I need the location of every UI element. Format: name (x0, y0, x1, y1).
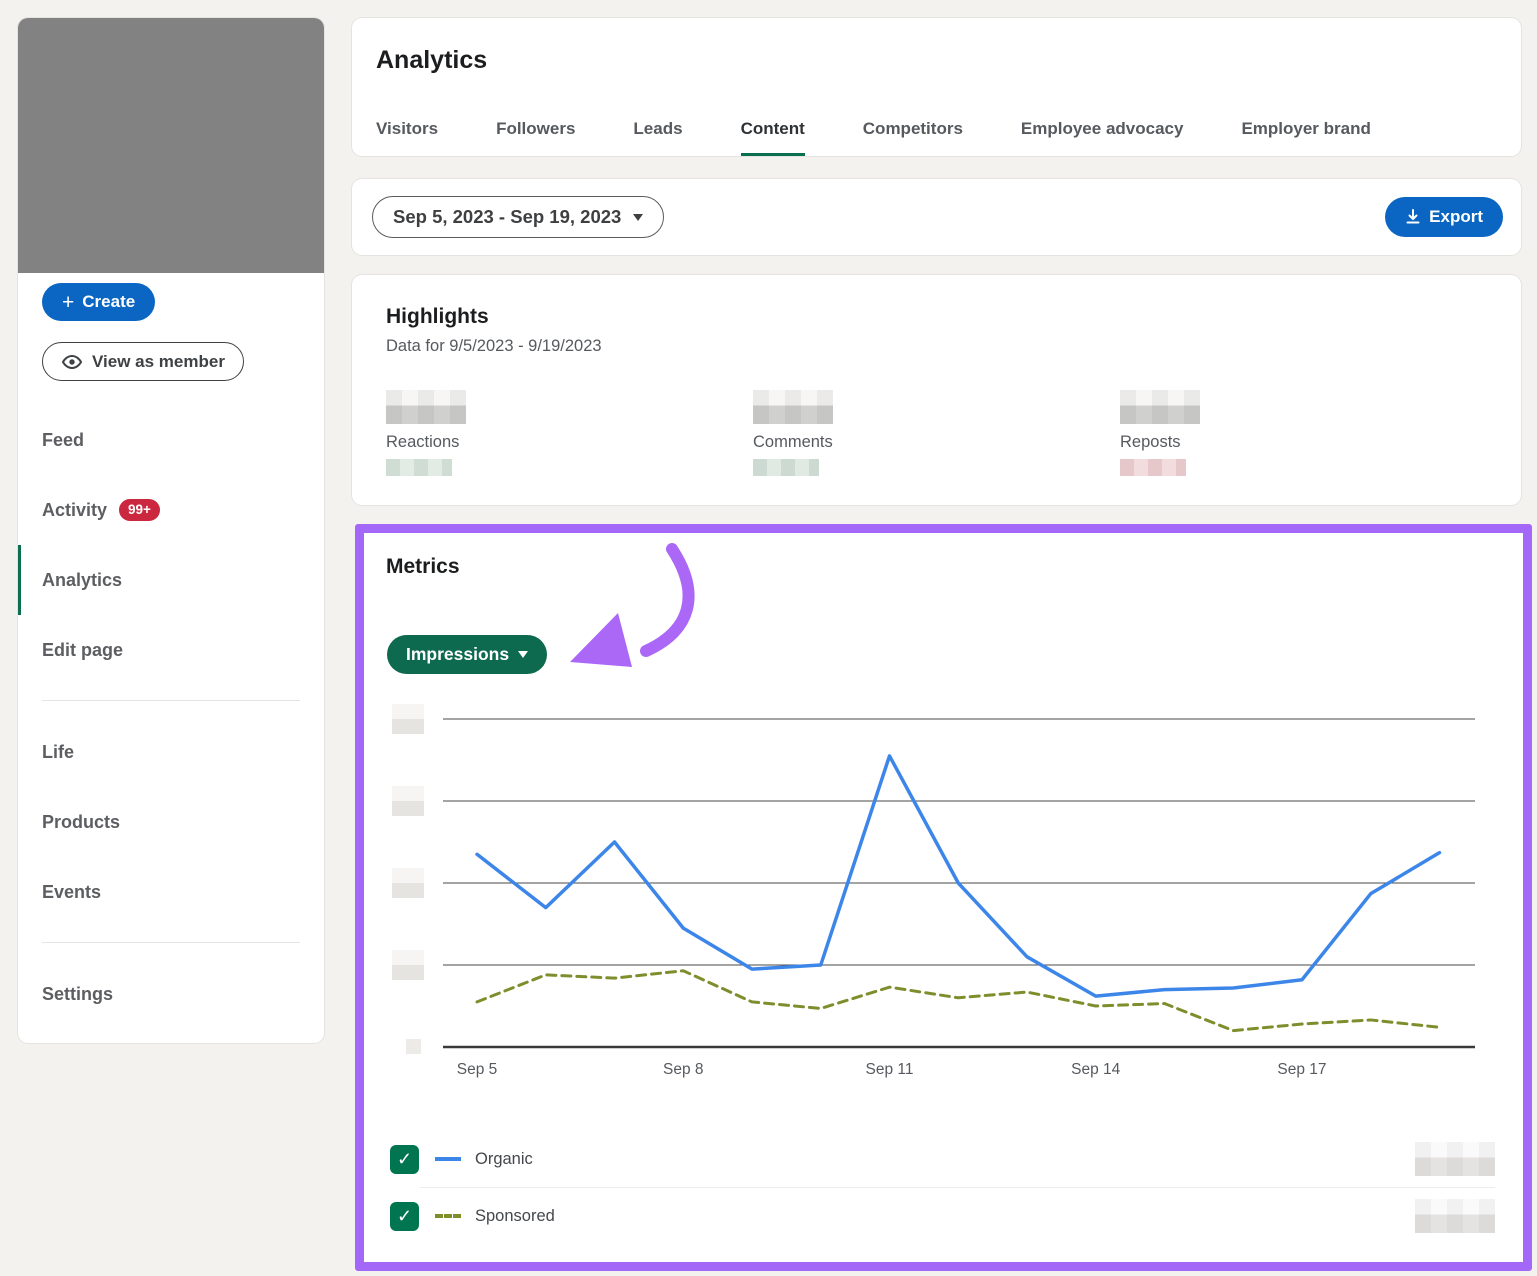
sidebar-item-label: Products (42, 812, 120, 833)
sidebar-item-life[interactable]: Life (18, 717, 324, 787)
svg-text:Sep 14: Sep 14 (1071, 1061, 1121, 1078)
company-logo-placeholder (18, 18, 324, 273)
sidebar-item-label: Events (42, 882, 101, 903)
highlights-title: Highlights (386, 305, 1487, 329)
tab-content[interactable]: Content (741, 119, 805, 156)
metric-selector-label: Impressions (406, 644, 509, 665)
redacted-trend-chip (1120, 459, 1186, 476)
organic-line-swatch (435, 1157, 461, 1161)
legend-label: Sponsored (475, 1207, 555, 1226)
export-button[interactable]: Export (1385, 197, 1503, 237)
sidebar-item-feed[interactable]: Feed (18, 405, 324, 475)
legend-row-sponsored: ✓ Sponsored (390, 1188, 1495, 1244)
date-range-label: Sep 5, 2023 - Sep 19, 2023 (393, 206, 621, 228)
sidebar-item-analytics[interactable]: Analytics (18, 545, 324, 615)
metric-label: Reposts (1120, 433, 1487, 452)
svg-text:Sep 11: Sep 11 (866, 1061, 914, 1078)
sidebar: + Create View as member Feed Activity 99… (18, 18, 324, 1043)
caret-down-icon (633, 214, 643, 221)
tab-employer-brand[interactable]: Employer brand (1241, 119, 1370, 156)
activity-badge: 99+ (119, 499, 160, 521)
tab-visitors[interactable]: Visitors (376, 119, 438, 156)
redacted-legend-value (1415, 1199, 1495, 1233)
sidebar-item-label: Activity (42, 500, 107, 521)
download-icon (1405, 209, 1421, 225)
sponsored-checkbox-checked[interactable]: ✓ (390, 1202, 419, 1231)
metrics-line-chart: Sep 5 Sep 8 Sep 11 Sep 14 Sep 17 (380, 690, 1500, 1090)
redacted-value-block (753, 390, 833, 424)
redacted-trend-chip (386, 459, 452, 476)
sidebar-divider (42, 700, 300, 701)
analytics-tabs: Visitors Followers Leads Content Competi… (376, 119, 1497, 156)
view-as-member-button[interactable]: View as member (42, 342, 244, 381)
purple-annotation-arrow (544, 533, 719, 683)
metric-selector-dropdown[interactable]: Impressions (387, 635, 547, 674)
eye-icon (61, 355, 83, 369)
export-label: Export (1429, 207, 1483, 227)
metrics-title: Metrics (386, 555, 460, 579)
redacted-legend-value (1415, 1142, 1495, 1176)
highlight-metric-reposts: Reposts (1120, 390, 1487, 476)
sidebar-item-edit-page[interactable]: Edit page (18, 615, 324, 685)
sidebar-item-settings[interactable]: Settings (18, 959, 324, 1029)
sidebar-item-label: Edit page (42, 640, 123, 661)
tab-followers[interactable]: Followers (496, 119, 575, 156)
tab-employee-advocacy[interactable]: Employee advocacy (1021, 119, 1184, 156)
svg-text:Sep 8: Sep 8 (663, 1061, 704, 1078)
highlights-metrics-row: Reactions Comments Reposts (386, 390, 1487, 476)
metric-label: Reactions (386, 433, 753, 452)
tab-competitors[interactable]: Competitors (863, 119, 963, 156)
create-button-label: Create (82, 292, 135, 312)
highlight-metric-comments: Comments (753, 390, 1120, 476)
create-button[interactable]: + Create (42, 283, 155, 321)
legend-row-organic: ✓ Organic (390, 1131, 1495, 1187)
svg-text:Sep 5: Sep 5 (457, 1061, 498, 1078)
sidebar-item-label: Feed (42, 430, 84, 451)
sidebar-item-events[interactable]: Events (18, 857, 324, 927)
analytics-header-card: Analytics Visitors Followers Leads Conte… (352, 18, 1521, 156)
metrics-chart-area: Sep 5 Sep 8 Sep 11 Sep 14 Sep 17 (380, 690, 1500, 1095)
sidebar-item-label: Analytics (42, 570, 122, 591)
chart-legend: ✓ Organic ✓ Sponsored (390, 1131, 1495, 1244)
caret-down-icon (518, 651, 528, 658)
sponsored-line-swatch (435, 1214, 461, 1218)
sidebar-item-label: Life (42, 742, 74, 763)
metrics-card-highlighted: Metrics Impressions Sep 5Sep 8Sep 11Sep … (355, 524, 1532, 1271)
sidebar-item-activity[interactable]: Activity 99+ (18, 475, 324, 545)
toolbar-card: Sep 5, 2023 - Sep 19, 2023 Export (352, 179, 1521, 255)
sidebar-menu: Feed Activity 99+ Analytics Edit page Li… (18, 405, 324, 1029)
sidebar-body: + Create View as member Feed Activity 99… (18, 273, 324, 1029)
page-title: Analytics (352, 18, 1521, 75)
date-range-dropdown[interactable]: Sep 5, 2023 - Sep 19, 2023 (372, 196, 664, 238)
svg-text:Sep 17: Sep 17 (1277, 1061, 1326, 1078)
page: + Create View as member Feed Activity 99… (0, 0, 1537, 1276)
organic-checkbox-checked[interactable]: ✓ (390, 1145, 419, 1174)
redacted-value-block (1120, 390, 1200, 424)
highlight-metric-reactions: Reactions (386, 390, 753, 476)
redacted-value-block (386, 390, 466, 424)
redacted-trend-chip (753, 459, 819, 476)
legend-label: Organic (475, 1150, 533, 1169)
metric-label: Comments (753, 433, 1120, 452)
tab-leads[interactable]: Leads (633, 119, 682, 156)
sidebar-item-label: Settings (42, 984, 113, 1005)
view-as-member-label: View as member (92, 352, 225, 372)
sidebar-item-products[interactable]: Products (18, 787, 324, 857)
highlights-subtitle: Data for 9/5/2023 - 9/19/2023 (386, 337, 1487, 356)
plus-icon: + (62, 292, 74, 313)
highlights-card: Highlights Data for 9/5/2023 - 9/19/2023… (352, 275, 1521, 505)
sidebar-divider (42, 942, 300, 943)
